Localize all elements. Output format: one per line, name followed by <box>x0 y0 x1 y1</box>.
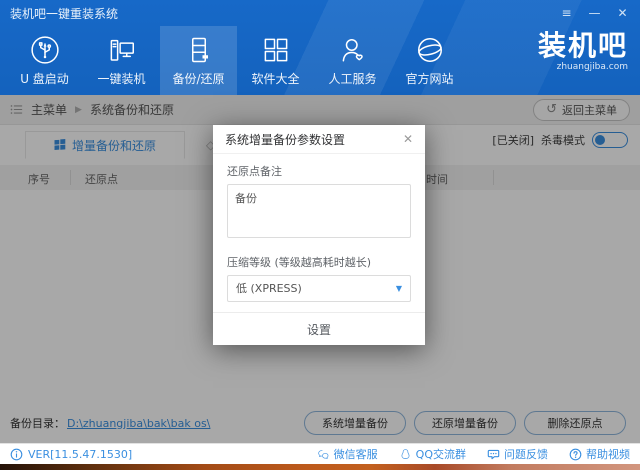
minimize-icon[interactable]: — <box>587 6 602 20</box>
nav-item-software[interactable]: 软件大全 <box>237 26 314 95</box>
app-window: 装机吧一键重装系统 ≡ — ✕ <box>0 0 640 470</box>
chevron-down-icon: ▼ <box>396 276 402 301</box>
nav-item-label: 备份/还原 <box>172 70 224 87</box>
dialog-title: 系统增量备份参数设置 <box>225 131 345 148</box>
version-info: VER[11.5.47.1530] <box>10 448 132 461</box>
compression-level-select[interactable]: 低 (XPRESS) ▼ <box>227 275 411 302</box>
wechat-icon <box>317 448 330 461</box>
apply-settings-button[interactable]: 设置 <box>307 321 331 338</box>
compression-field-label: 压缩等级 (等级越高耗时越长) <box>227 254 411 270</box>
dialog-close-icon[interactable]: ✕ <box>403 132 413 146</box>
nav-item-one-click-install[interactable]: 一键装机 <box>83 26 160 95</box>
dialog-body: 还原点备注 备份 压缩等级 (等级越高耗时越长) 低 (XPRESS) ▼ <box>213 154 425 312</box>
usb-icon <box>30 35 60 65</box>
help-videos-link[interactable]: 帮助视频 <box>569 446 630 462</box>
window-title: 装机吧一键重装系统 <box>10 5 118 22</box>
feedback-link[interactable]: 问题反馈 <box>487 446 548 462</box>
qq-group-link[interactable]: QQ交流群 <box>399 446 466 462</box>
qq-icon <box>399 448 412 461</box>
status-link-label: QQ交流群 <box>416 446 466 462</box>
version-text: VER[11.5.47.1530] <box>28 448 132 461</box>
compression-selected-value: 低 (XPRESS) <box>236 282 302 295</box>
dialog-footer: 设置 <box>213 312 425 345</box>
person-icon <box>338 35 368 65</box>
nav-item-label: 官方网站 <box>405 70 453 87</box>
logo-text: 装机吧 <box>538 32 628 60</box>
nav-item-support[interactable]: 人工服务 <box>314 26 391 95</box>
main-nav: U 盘启动 一键装机 <box>6 26 468 95</box>
window-controls: ≡ — ✕ <box>559 6 630 20</box>
app-header: 装机吧一键重装系统 ≡ — ✕ <box>0 0 640 95</box>
server-icon <box>184 35 214 65</box>
titlebar: 装机吧一键重装系统 ≡ — ✕ <box>0 0 640 26</box>
brand-logo: 装机吧 zhuangjiba.com <box>538 32 628 72</box>
nav-item-label: U 盘启动 <box>20 70 69 87</box>
grid-icon <box>261 35 291 65</box>
nav-item-website[interactable]: 官方网站 <box>391 26 468 95</box>
note-field-label: 还原点备注 <box>227 163 411 179</box>
computer-icon <box>107 35 137 65</box>
feedback-icon <box>487 448 500 461</box>
dialog-header: 系统增量备份参数设置 ✕ <box>213 125 425 154</box>
nav-item-label: 一键装机 <box>97 70 145 87</box>
close-icon[interactable]: ✕ <box>615 6 630 20</box>
backup-settings-dialog: 系统增量备份参数设置 ✕ 还原点备注 备份 压缩等级 (等级越高耗时越长) 低 … <box>213 125 425 345</box>
content-area: 主菜单 ▶ 系统备份和还原 ↺ 返回主菜单 增量备份和还原 <box>0 95 640 443</box>
nav-item-label: 人工服务 <box>328 70 376 87</box>
status-link-label: 问题反馈 <box>504 446 548 462</box>
desktop-taskbar-strip <box>0 464 640 470</box>
help-icon <box>569 448 582 461</box>
status-link-label: 帮助视频 <box>586 446 630 462</box>
window-menu-icon[interactable]: ≡ <box>559 6 574 20</box>
restore-point-note-input[interactable]: 备份 <box>227 184 411 238</box>
logo-domain: zhuangjiba.com <box>538 62 628 72</box>
nav-item-backup-restore[interactable]: 备份/还原 <box>160 26 237 95</box>
globe-icon <box>415 35 445 65</box>
status-link-label: 微信客服 <box>334 446 378 462</box>
nav-item-usb-boot[interactable]: U 盘启动 <box>6 26 83 95</box>
info-icon <box>10 448 23 461</box>
status-links: 微信客服 QQ交流群 问题反馈 <box>317 446 630 462</box>
wechat-support-link[interactable]: 微信客服 <box>317 446 378 462</box>
nav-item-label: 软件大全 <box>251 70 299 87</box>
status-bar: VER[11.5.47.1530] 微信客服 QQ交流群 <box>0 443 640 464</box>
